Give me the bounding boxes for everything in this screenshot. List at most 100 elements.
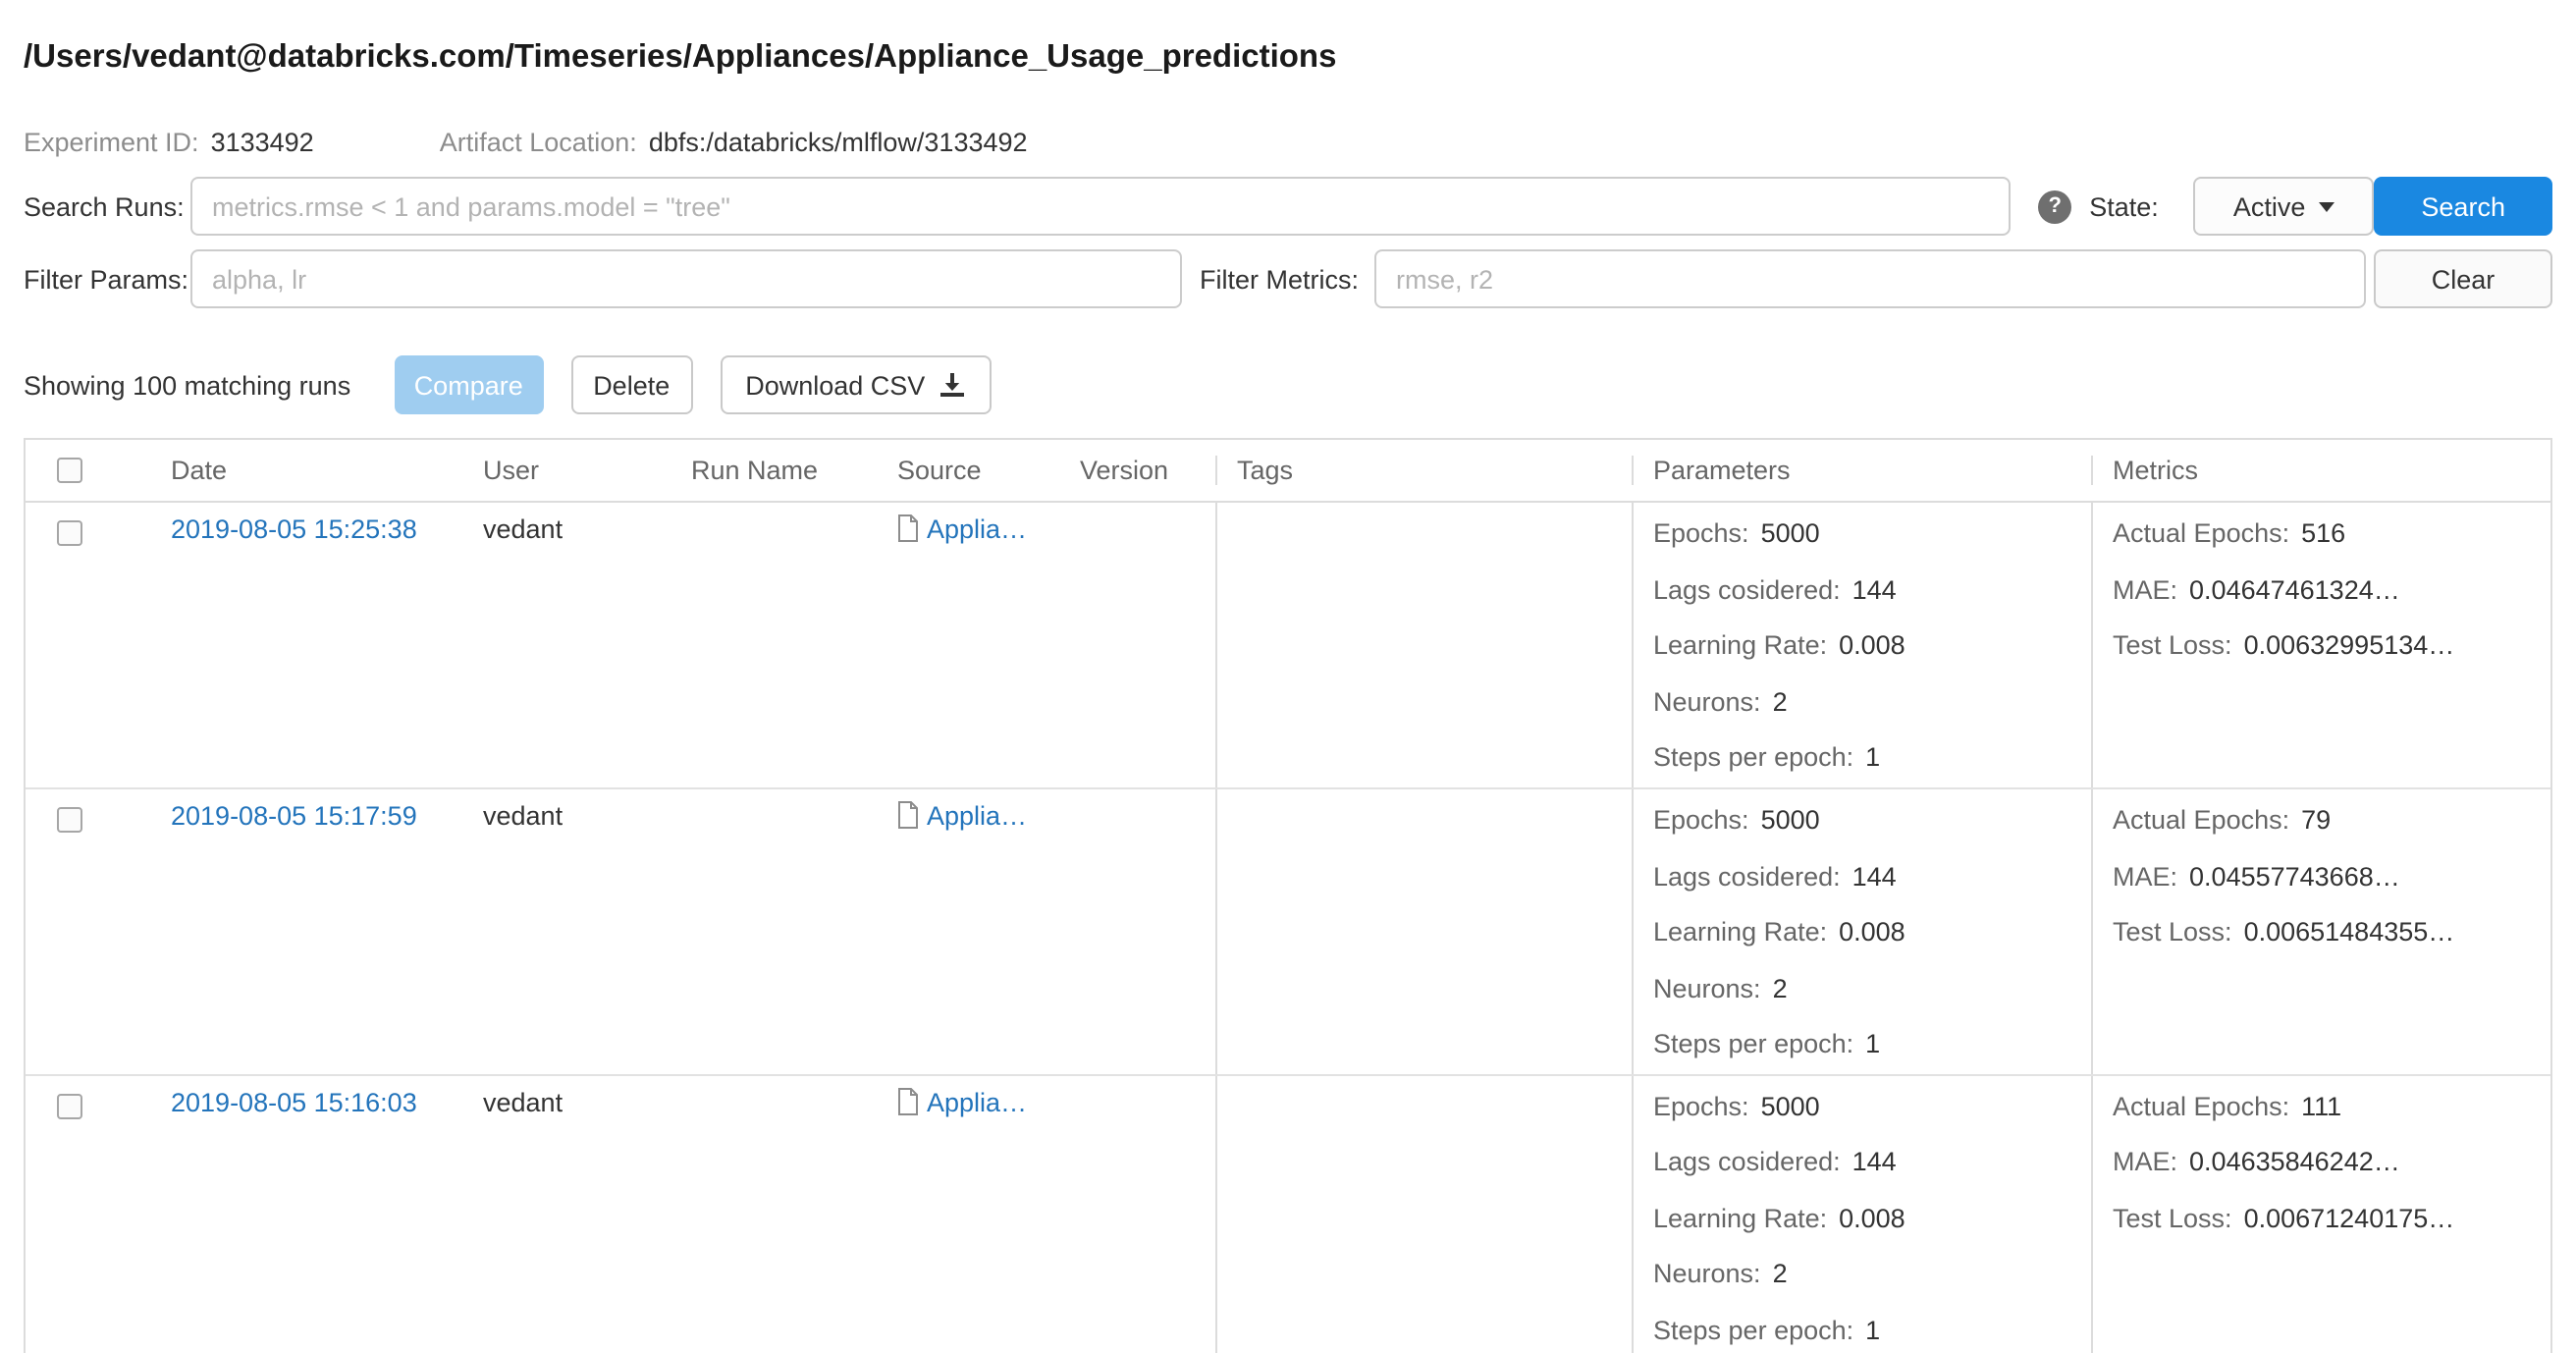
kv-value: 5000 [1761,805,1820,835]
column-header-version: Version [1060,456,1215,485]
kv-label: Epochs: [1653,805,1749,835]
kv-line: Lags cosidered: 144 [1653,849,2075,905]
run-source: Applia… [878,1075,1060,1353]
run-date-link[interactable]: 2019-08-05 15:17:59 [171,801,417,831]
row-checkbox[interactable] [57,807,82,833]
search-runs-input[interactable] [190,177,2011,236]
kv-line: Test Loss: 0.00671240175… [2113,1191,2535,1247]
kv-value: 0.008 [1839,917,1905,947]
run-name [671,503,878,787]
row-checkbox[interactable] [57,1093,82,1118]
kv-value: 5000 [1761,518,1820,548]
run-tags [1215,503,1632,787]
run-source-link[interactable]: Applia… [927,801,1027,831]
kv-line: Test Loss: 0.00632995134… [2113,619,2535,675]
kv-value: 0.04557743668… [2189,861,2400,891]
kv-label: MAE: [2113,1147,2177,1176]
filter-params-input[interactable] [190,249,1182,308]
select-all-checkbox[interactable] [57,458,82,483]
kv-line: Learning Rate: 0.008 [1653,619,2075,675]
search-button[interactable]: Search [2374,177,2552,236]
runs-toolbar: Showing 100 matching runs Compare Delete… [24,355,2552,414]
filter-metrics-input[interactable] [1374,249,2366,308]
column-header-parameters: Parameters [1632,456,2091,485]
row-checkbox[interactable] [57,520,82,546]
kv-line: Test Loss:0.00651484355… [2113,905,2535,961]
kv-label: Learning Rate: [1653,1203,1827,1232]
run-metrics: Actual Epochs:111MAE:0.04635846242…Test … [2091,1075,2550,1353]
kv-line: Steps per epoch:1 [1653,731,2075,786]
column-header-metrics: Metrics [2091,456,2550,485]
kv-line: Actual Epochs:79 [2113,793,2535,849]
filter-params-label: Filter Params: [24,264,190,294]
run-user: vedant [483,1087,563,1116]
run-source: Applia… [878,503,1060,787]
run-version [1060,789,1215,1073]
search-runs-row: Search Runs: ? State: Active Search [24,177,2552,236]
kv-label: Steps per epoch: [1653,1315,1853,1344]
kv-line: Epochs:5000 [1653,507,2075,563]
run-date-link[interactable]: 2019-08-05 15:16:03 [171,1087,417,1116]
column-header-source: Source [878,456,1060,485]
kv-label: Learning Rate: [1653,630,1827,660]
download-csv-button[interactable]: Download CSV [720,355,992,414]
kv-value: 144 [1852,1147,1897,1176]
notebook-icon [897,1087,919,1120]
run-metrics: Actual Epochs:79 MAE: 0.04557743668… Test L… [2091,789,2550,1073]
kv-line: Lags cosidered:144 [1653,563,2075,619]
delete-button[interactable]: Delete [570,355,692,414]
state-dropdown-value: Active [2233,191,2306,221]
help-icon[interactable]: ? [2038,189,2071,223]
run-date-link[interactable]: 2019-08-05 15:25:38 [171,514,417,544]
kv-label: Steps per epoch: [1653,1029,1853,1058]
run-parameters: Epochs:5000Lags cosidered:144Learning Ra… [1632,789,2091,1073]
run-tags [1215,1075,1632,1353]
kv-value: 0.008 [1839,630,1905,660]
kv-value: 0.00632995134… [2244,630,2455,660]
table-row: 2019-08-05 15:17:59 vedant Applia… Epoch… [26,787,2550,1073]
kv-value: 516 [2301,518,2345,548]
kv-line: MAE:0.04635846242… [2113,1135,2535,1191]
kv-value: 144 [1852,861,1897,891]
experiment-id-label: Experiment ID: [24,128,199,157]
kv-label: Test Loss: [2113,630,2232,660]
kv-line: Learning Rate: 0.008 [1653,1191,2075,1247]
kv-line: Epochs: 5000 [1653,793,2075,849]
kv-value: 2 [1773,686,1788,716]
table-header-row: Date User Run Name Source Version Tags P… [26,440,2550,503]
kv-label: Test Loss: [2113,917,2232,947]
kv-label: Actual Epochs: [2113,1091,2289,1120]
kv-value: 2 [1773,973,1788,1002]
kv-value: 2 [1773,1259,1788,1288]
state-dropdown[interactable]: Active [2194,177,2375,236]
kv-label: MAE: [2113,861,2177,891]
kv-value: 1 [1865,1029,1880,1058]
run-source: Applia… [878,789,1060,1073]
run-user: vedant [483,514,563,544]
kv-line: Epochs:5000 [1653,1079,2075,1135]
notebook-icon [897,514,919,548]
kv-value: 0.00671240175… [2244,1203,2455,1232]
compare-button[interactable]: Compare [394,355,543,414]
kv-label: Lags cosidered: [1653,861,1841,891]
kv-label: Test Loss: [2113,1203,2232,1232]
kv-value: 111 [2301,1091,2341,1120]
kv-value: 1 [1865,742,1880,772]
run-user: vedant [483,801,563,831]
kv-line: Neurons:2 [1653,675,2075,731]
runs-table-body: 2019-08-05 15:25:38 vedant Applia… Epoch… [26,503,2550,1353]
kv-line: Steps per epoch:1 [1653,1303,2075,1353]
run-version [1060,1075,1215,1353]
kv-line: Lags cosidered:144 [1653,1135,2075,1191]
kv-value: 0.008 [1839,1203,1905,1232]
run-source-link[interactable]: Applia… [927,1087,1027,1116]
kv-line: Actual Epochs: 111 [2113,1079,2535,1135]
clear-button[interactable]: Clear [2374,249,2552,308]
search-runs-label: Search Runs: [24,191,190,221]
showing-runs-count: Showing 100 matching runs [24,370,350,400]
kv-line: Neurons: 2 [1653,961,2075,1017]
run-source-link[interactable]: Applia… [927,514,1027,544]
download-icon [939,371,966,399]
table-row: 2019-08-05 15:16:03 vedant Applia… Epoch… [26,1073,2550,1353]
kv-label: Neurons: [1653,973,1761,1002]
